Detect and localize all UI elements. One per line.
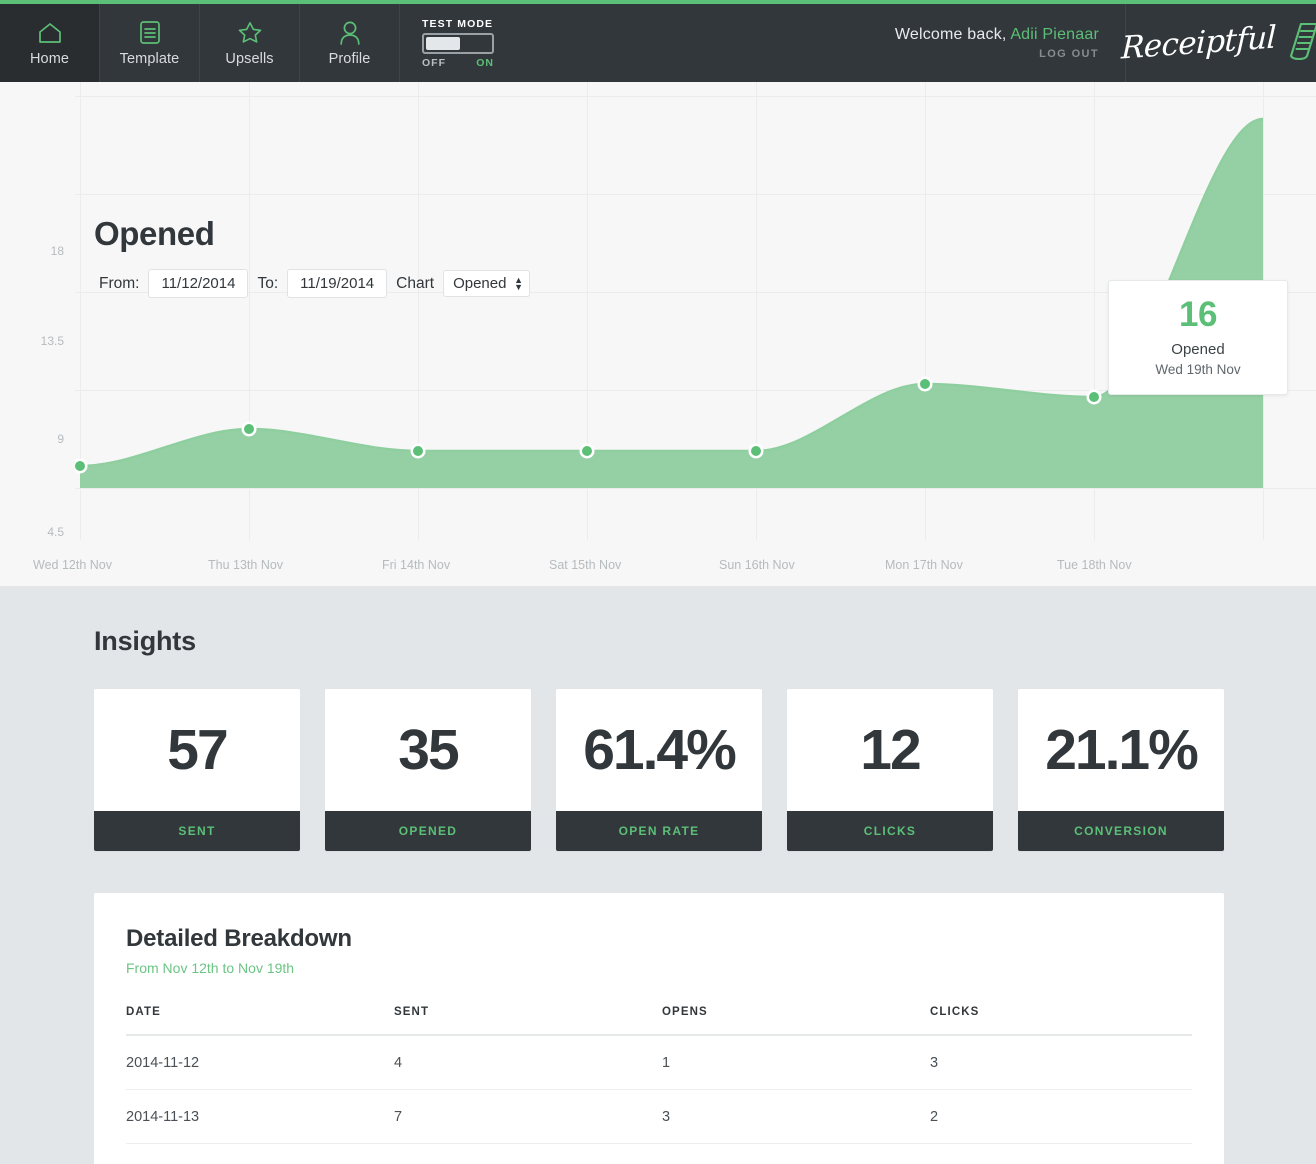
chart-tooltip: 16 Opened Wed 19th Nov — [1108, 280, 1288, 395]
welcome-prefix: Welcome back, — [894, 26, 1011, 43]
brand-logo[interactable]: Receiptful — [1120, 4, 1316, 82]
xtick-label-4: Sun 16th Nov — [719, 558, 795, 572]
table-row: 2014-11-14 3 2 0 — [126, 1143, 1192, 1164]
tooltip-date: Wed 19th Nov — [1155, 362, 1241, 377]
breakdown-title: Detailed Breakdown — [126, 925, 352, 952]
insight-value: 35 — [398, 718, 459, 782]
tooltip-metric: Opened — [1171, 341, 1225, 358]
nav-item-template[interactable]: Template — [100, 4, 200, 82]
insight-value: 57 — [167, 718, 228, 782]
ytick-label-13_5: 13.5 — [40, 334, 64, 348]
xtick-label-1: Thu 13th Nov — [208, 558, 284, 572]
cell-sent: 4 — [394, 1035, 662, 1090]
cell-opens: 1 — [662, 1035, 930, 1090]
table-header-row: DATE SENT OPENS CLICKS — [126, 1006, 1192, 1036]
nav-item-home[interactable]: Home — [0, 4, 100, 82]
insight-card-open-rate[interactable]: 61.4% OPEN RATE — [556, 689, 762, 851]
test-mode-toggle-knob — [426, 36, 460, 50]
nav-item-upsells[interactable]: Upsells — [200, 4, 300, 82]
tooltip-value: 16 — [1179, 295, 1217, 334]
chart-controls: From: To: Chart Opened ▲▼ — [99, 269, 531, 298]
detailed-breakdown-panel: Detailed Breakdown From Nov 12th to Nov … — [94, 893, 1224, 1164]
insight-label: CLICKS — [787, 811, 993, 851]
welcome-block: Welcome back, Adii Pienaar LOG OUT — [895, 4, 1126, 82]
insight-label: CONVERSION — [1018, 811, 1224, 851]
xtick-label-3: Sat 15th Nov — [549, 558, 622, 572]
chart-select-label: Chart — [396, 274, 435, 292]
chart-section: 18 13.5 9 4.5 0 Wed 12th Nov Thu 13th No… — [0, 82, 1316, 586]
chart-select-wrapper: Opened ▲ ▼ — [443, 270, 531, 297]
ytick-label-18: 18 — [50, 244, 64, 258]
cell-date: 2014-11-13 — [126, 1089, 394, 1144]
ytick-label-4_5: 4.5 — [47, 525, 64, 539]
insight-label: OPENED — [325, 811, 531, 851]
nav-label-home: Home — [29, 50, 70, 67]
cell-sent: 7 — [394, 1089, 662, 1144]
insight-value: 21.1% — [1045, 718, 1199, 782]
cell-clicks: 3 — [930, 1035, 1192, 1090]
cell-date: 2014-11-14 — [126, 1143, 394, 1164]
insights-title: Insights — [94, 626, 196, 656]
xtick-label-5: Mon 17th Nov — [885, 558, 963, 572]
to-label: To: — [257, 274, 279, 292]
cell-sent: 3 — [394, 1143, 662, 1164]
column-header-clicks[interactable]: CLICKS — [930, 1006, 1192, 1036]
xtick-label-0: Wed 12th Nov — [33, 558, 112, 572]
receipt-icon — [1277, 20, 1316, 67]
test-mode-toggle[interactable] — [422, 32, 494, 54]
insight-label: OPEN RATE — [556, 811, 762, 851]
insight-label: SENT — [94, 811, 300, 851]
nav-item-profile[interactable]: Profile — [300, 4, 400, 82]
column-header-date[interactable]: DATE — [126, 1006, 394, 1036]
test-mode-title: TEST MODE — [422, 17, 494, 30]
ytick-label-9: 9 — [57, 432, 64, 446]
home-icon — [37, 20, 63, 46]
test-mode-labels: OFF ON — [422, 57, 494, 69]
cell-clicks: 0 — [930, 1143, 1192, 1164]
breakdown-table: DATE SENT OPENS CLICKS 2014-11-12 4 1 3 … — [126, 1006, 1192, 1164]
breakdown-table-body: 2014-11-12 4 1 3 2014-11-13 7 3 2 2014-1… — [126, 1035, 1192, 1164]
test-mode-control: TEST MODE OFF ON — [400, 4, 516, 82]
insight-card-conversion[interactable]: 21.1% CONVERSION — [1018, 689, 1224, 851]
page-title: Opened — [94, 215, 215, 252]
column-header-sent[interactable]: SENT — [394, 1006, 662, 1036]
insights-section: Insights 57 SENT 35 OPENED 61.4% OPEN RA… — [0, 586, 1316, 1164]
insight-card-clicks[interactable]: 12 CLICKS — [787, 689, 993, 851]
insight-card-sent[interactable]: 57 SENT — [94, 689, 300, 851]
welcome-text: Welcome back, Adii Pienaar — [895, 26, 1099, 44]
nav-label-upsells: Upsells — [225, 50, 274, 67]
user-icon — [337, 20, 363, 46]
breakdown-subtitle: From Nov 12th to Nov 19th — [126, 960, 295, 976]
cell-opens: 2 — [662, 1143, 930, 1164]
insight-value: 12 — [860, 718, 921, 782]
test-mode-on-label[interactable]: ON — [476, 57, 494, 69]
nav-label-template: Template — [119, 50, 180, 67]
xtick-label-2: Fri 14th Nov — [382, 558, 451, 572]
cell-clicks: 2 — [930, 1089, 1192, 1144]
insight-card-opened[interactable]: 35 OPENED — [325, 689, 531, 851]
breakdown-table-head: DATE SENT OPENS CLICKS — [126, 1006, 1192, 1036]
brand-name: Receiptful — [1120, 19, 1276, 67]
column-header-opens[interactable]: OPENS — [662, 1006, 930, 1036]
app-header: Home Template Upsells Profile TEST MODE … — [0, 4, 1316, 82]
cell-date: 2014-11-12 — [126, 1035, 394, 1090]
test-mode-off-label[interactable]: OFF — [422, 57, 446, 69]
table-row: 2014-11-12 4 1 3 — [126, 1035, 1192, 1090]
insights-cards: 57 SENT 35 OPENED 61.4% OPEN RATE 12 CLI… — [94, 689, 1224, 851]
star-icon — [237, 20, 263, 46]
date-from-input[interactable] — [148, 269, 249, 298]
cell-opens: 3 — [662, 1089, 930, 1144]
chart-metric-select[interactable]: Opened — [443, 270, 531, 297]
insight-value: 61.4% — [583, 718, 737, 782]
main-navigation: Home Template Upsells Profile — [0, 4, 400, 82]
user-name[interactable]: Adii Pienaar — [1010, 26, 1099, 43]
xtick-label-6: Tue 18th Nov — [1057, 558, 1132, 572]
logout-button[interactable]: LOG OUT — [1039, 48, 1099, 60]
from-label: From: — [99, 274, 140, 292]
table-row: 2014-11-13 7 3 2 — [126, 1089, 1192, 1144]
nav-label-profile: Profile — [328, 50, 371, 67]
document-icon — [137, 20, 163, 46]
date-to-input[interactable] — [287, 269, 388, 298]
